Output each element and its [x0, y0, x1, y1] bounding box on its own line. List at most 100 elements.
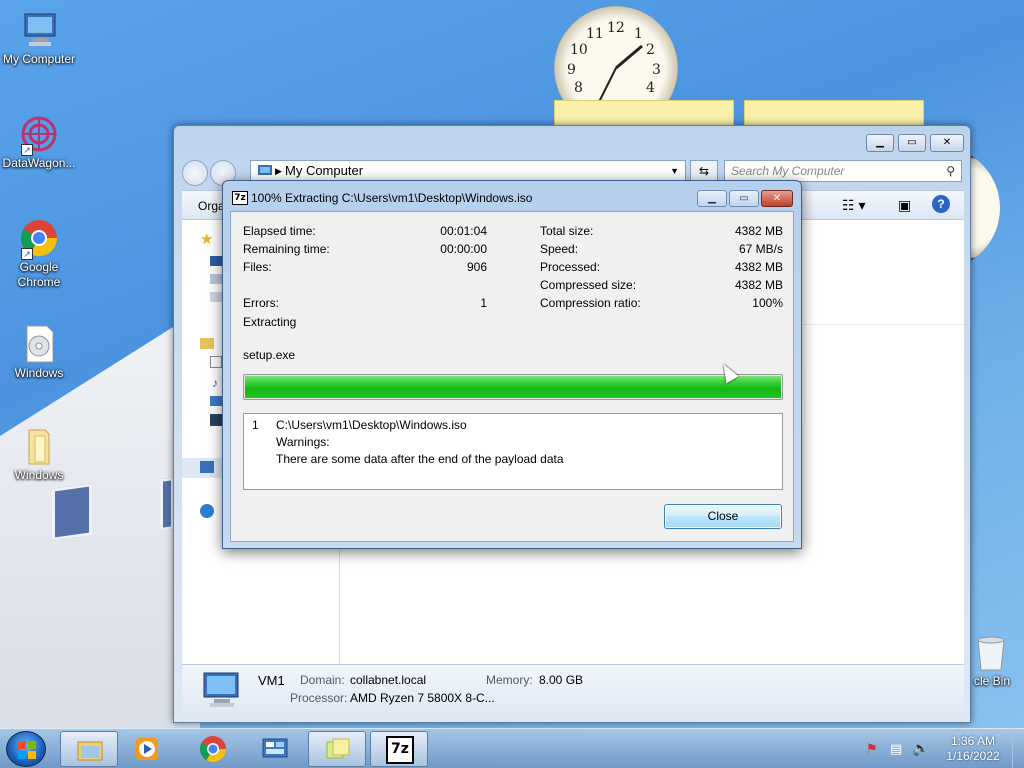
- back-button[interactable]: [182, 160, 208, 186]
- pictures-icon[interactable]: [210, 396, 222, 406]
- music-icon[interactable]: ♪: [212, 376, 218, 390]
- remaining-time-value: 00:00:00: [440, 242, 487, 256]
- sticky-note[interactable]: [744, 100, 924, 128]
- close-button[interactable]: ✕: [930, 134, 964, 152]
- compressed-size-label: Compressed size:: [540, 278, 637, 292]
- wallpaper-window: [160, 477, 174, 531]
- computer-large-icon: [200, 671, 244, 712]
- folder-icon: [19, 426, 59, 466]
- sticky-note[interactable]: [554, 100, 734, 128]
- desktop-icon-google-chrome[interactable]: ↗ Google Chrome: [0, 218, 78, 290]
- help-icon[interactable]: ?: [932, 195, 950, 213]
- view-options-icon[interactable]: ☷ ▾: [842, 197, 865, 214]
- address-text: My Computer: [285, 163, 364, 178]
- desktop-icon-label: Windows: [14, 366, 64, 380]
- desktop-icon-label: My Computer: [2, 52, 76, 66]
- desktop-small-icon[interactable]: [210, 256, 222, 266]
- desktop-icon-windows-folder[interactable]: Windows: [0, 426, 78, 483]
- minimize-button[interactable]: ▁: [866, 134, 894, 152]
- show-desktop-button[interactable]: [1012, 729, 1024, 768]
- messages-list[interactable]: 1 C:\Users\vm1\Desktop\Windows.iso Warni…: [243, 413, 783, 490]
- taskbar-explorer[interactable]: [60, 731, 118, 767]
- disc-image-icon: [19, 324, 59, 364]
- start-button[interactable]: [6, 731, 46, 767]
- clock-date: 1/16/2022: [946, 749, 1000, 763]
- desktop-icon-label: Google Chrome: [17, 260, 61, 289]
- network-icon[interactable]: [200, 504, 214, 518]
- warning-text: There are some data after the end of the…: [276, 452, 564, 466]
- files-value: 906: [466, 260, 487, 274]
- extraction-dialog[interactable]: 7z 100% Extracting C:\Users\vm1\Desktop\…: [222, 180, 802, 549]
- action-center-flag-icon[interactable]: ⚑: [866, 741, 878, 757]
- desktop-icon-label: DataWagon...: [2, 156, 76, 170]
- taskbar-control-panel[interactable]: [246, 731, 304, 767]
- status-text: Extracting: [243, 315, 297, 329]
- maximize-button[interactable]: ▭: [898, 134, 926, 152]
- dialog-body: Elapsed time: 00:01:04 Remaining time: 0…: [230, 211, 794, 542]
- compression-ratio-label: Compression ratio:: [540, 296, 641, 310]
- speed-value: 67 MB/s: [738, 242, 783, 256]
- sticky-notes-icon: [324, 736, 352, 764]
- recycle-bin-icon: [970, 632, 1010, 672]
- current-file: setup.exe: [243, 348, 296, 362]
- taskbar-clock[interactable]: 1:36 AM 1/16/2022: [938, 734, 1008, 764]
- clock-time: 1:36 AM: [950, 734, 996, 748]
- address-bar[interactable]: ▶ My Computer ▼: [250, 160, 686, 182]
- close-button[interactable]: ✕: [761, 190, 793, 207]
- volume-icon[interactable]: 🔈: [912, 740, 929, 757]
- total-size-value: 4382 MB: [734, 224, 783, 238]
- message-index: 1: [252, 418, 259, 432]
- computer-name: VM1: [258, 673, 285, 688]
- processor-value: AMD Ryzen 7 5800X 8-C...: [350, 691, 495, 705]
- processed-label: Processed:: [540, 260, 601, 274]
- shortcut-arrow-icon: ↗: [21, 248, 33, 260]
- desktop-icon-windows-iso[interactable]: Windows: [0, 324, 78, 381]
- organize-menu[interactable]: Orga: [198, 199, 225, 213]
- compression-ratio-value: 100%: [752, 296, 783, 310]
- elapsed-time-value: 00:01:04: [440, 224, 487, 238]
- 7zip-icon: 7z: [386, 736, 414, 764]
- 7zip-icon: 7z: [232, 191, 248, 205]
- maximize-button[interactable]: ▭: [729, 190, 759, 207]
- favorites-star-icon[interactable]: ★: [200, 230, 213, 248]
- computer-small-icon: [200, 461, 214, 473]
- memory-label: Memory:: [486, 673, 533, 687]
- videos-icon[interactable]: [210, 414, 222, 426]
- wallpaper-window: [52, 483, 92, 541]
- processor-label: Processor:: [290, 691, 348, 705]
- taskbar-chrome[interactable]: [184, 731, 242, 767]
- taskbar-media-player[interactable]: [118, 731, 176, 767]
- desktop-icon-my-computer[interactable]: My Computer: [0, 10, 78, 67]
- recent-places-icon[interactable]: [210, 292, 222, 302]
- domain-value: collabnet.local: [350, 673, 427, 687]
- breadcrumb-arrow-icon[interactable]: ▶: [275, 161, 282, 181]
- dialog-title: 100% Extracting C:\Users\vm1\Desktop\Win…: [251, 191, 533, 205]
- folder-icon: [76, 736, 104, 764]
- documents-icon[interactable]: [210, 356, 222, 368]
- desktop-icon-label: Windows: [14, 468, 64, 482]
- dropdown-arrow-icon[interactable]: ▼: [670, 161, 679, 181]
- files-label: Files:: [243, 260, 272, 274]
- network-tray-icon[interactable]: ▤: [890, 741, 902, 757]
- preview-pane-icon[interactable]: ▣: [898, 197, 911, 214]
- search-input[interactable]: Search My Computer ⚲: [724, 160, 962, 182]
- close-dialog-button[interactable]: Close: [664, 504, 782, 529]
- downloads-small-icon[interactable]: [210, 274, 222, 284]
- compressed-size-value: 4382 MB: [734, 278, 783, 292]
- minimize-button[interactable]: ▁: [697, 190, 727, 207]
- memory-value: 8.00 GB: [539, 673, 584, 687]
- errors-value: 1: [480, 296, 487, 310]
- details-pane: VM1 Domain: collabnet.local Memory: 8.00…: [182, 664, 964, 716]
- taskbar-sticky-notes[interactable]: [308, 731, 366, 767]
- desktop-icon-datawagon[interactable]: ↗ DataWagon...: [0, 114, 78, 171]
- progress-fill: [245, 376, 781, 398]
- libraries-icon[interactable]: [200, 338, 214, 349]
- speed-label: Speed:: [540, 242, 579, 256]
- search-icon: ⚲: [946, 164, 955, 178]
- taskbar-7zip[interactable]: 7z: [370, 731, 428, 767]
- chrome-icon: [199, 735, 227, 763]
- media-player-icon: [133, 735, 161, 763]
- remaining-time-label: Remaining time:: [243, 242, 330, 256]
- refresh-button[interactable]: ⇆: [690, 160, 718, 182]
- total-size-label: Total size:: [540, 224, 594, 238]
